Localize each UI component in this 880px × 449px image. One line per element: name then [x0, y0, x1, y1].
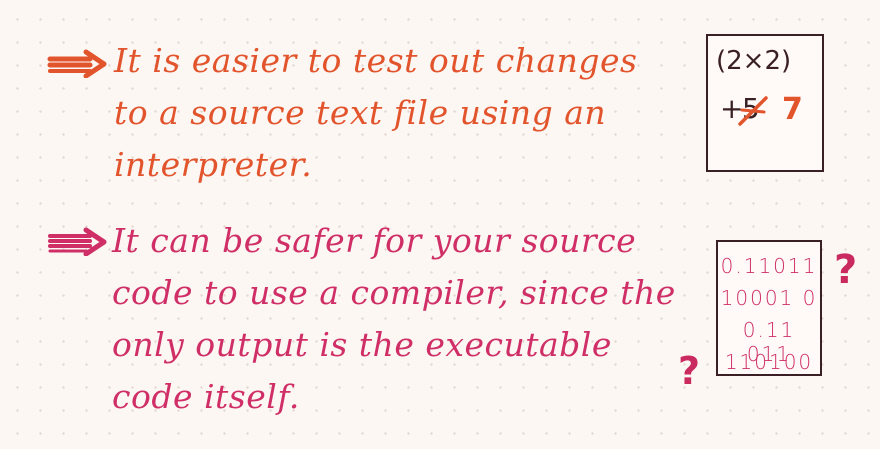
compiler-card: 0.11011 10001 0 0.11 011 110100 — [716, 240, 822, 376]
interpreter-expression: (2×2) — [716, 46, 792, 76]
arrow-right-icon — [47, 49, 107, 78]
bullet-compiler-line-1: It can be safer for your source — [112, 221, 637, 260]
bullet-compiler-line-4: code itself. — [112, 377, 300, 416]
binary-row: 0.11011 — [720, 254, 818, 278]
question-mark-icon: ? — [834, 247, 858, 293]
arrow-right-icon — [48, 227, 107, 256]
binary-row: 10001 0 — [720, 286, 818, 310]
bullet-interpreter-line-1: It is easier to test out changes — [114, 41, 638, 80]
interpreter-card: (2×2) + 5 7 — [706, 34, 824, 172]
question-mark-icon: ? — [678, 349, 701, 393]
note-page: It is easier to test out changes to a so… — [0, 0, 880, 449]
interpreter-new-value: 7 — [782, 92, 803, 127]
strike-icon — [738, 96, 768, 126]
bullet-interpreter-line-2: to a source text file using an — [114, 93, 607, 132]
bullet-compiler-line-2: code to use a compiler, since the — [112, 273, 676, 312]
bullet-interpreter-line-3: interpreter. — [114, 145, 313, 184]
binary-row: 110100 — [724, 350, 814, 374]
bullet-compiler-line-3: only output is the executable — [112, 325, 612, 364]
